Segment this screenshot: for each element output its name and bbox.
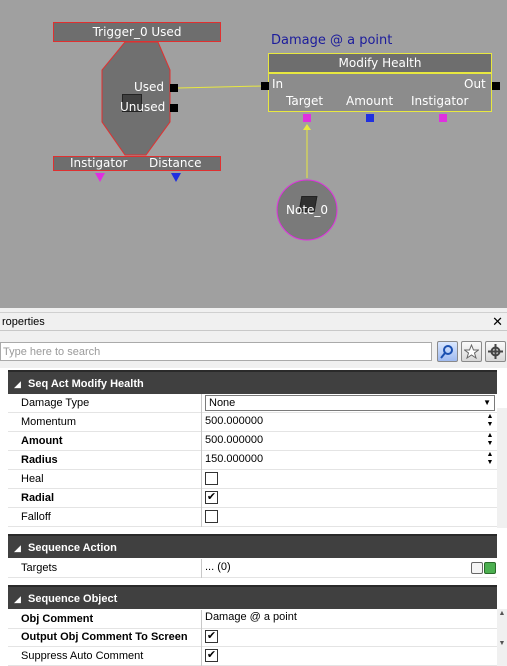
output-connector-used[interactable] [170, 84, 178, 92]
properties-titlebar: roperties ✕ [0, 312, 507, 331]
column-divider[interactable] [201, 489, 202, 508]
property-name: Falloff [21, 511, 51, 523]
property-name: Obj Comment [21, 613, 94, 625]
property-row-obj-comment[interactable]: Obj Comment Damage @ a point [8, 610, 497, 629]
property-row-radius[interactable]: Radius 150.000000 ▲ ▼ [8, 451, 497, 470]
search-bar [0, 340, 507, 365]
property-row-heal[interactable]: Heal [8, 470, 497, 489]
wire-arrowhead [303, 124, 311, 130]
output-connector-unused[interactable] [170, 104, 178, 112]
trigger-output-used: Used [134, 80, 165, 94]
column-divider[interactable] [201, 647, 202, 666]
property-row-momentum[interactable]: Momentum 500.000000 ▲ ▼ [8, 413, 497, 432]
momentum-value[interactable]: 500.000000 [205, 415, 263, 427]
category-label: Seq Act Modify Health [28, 378, 144, 390]
var-connector-instigator[interactable] [439, 114, 447, 122]
output-connector-out[interactable] [492, 82, 500, 90]
property-name: Damage Type [21, 397, 90, 409]
property-name: Heal [21, 473, 44, 485]
column-divider[interactable] [201, 451, 202, 470]
scroll-arrows-icon[interactable]: ▲ ▼ [497, 609, 507, 649]
spinner-icon[interactable]: ▲ ▼ [485, 413, 495, 429]
spinner-icon[interactable]: ▲ ▼ [485, 451, 495, 467]
property-name: Radius [21, 454, 58, 466]
var-connector-target[interactable] [303, 114, 311, 122]
falloff-checkbox[interactable] [205, 510, 218, 523]
property-name: Momentum [21, 416, 77, 428]
property-row-targets[interactable]: Targets ... (0) [8, 559, 497, 578]
radial-checkbox[interactable]: ✔ [205, 491, 218, 504]
damage-type-dropdown[interactable]: None ▼ [205, 395, 495, 411]
targets-value[interactable]: ... (0) [205, 561, 231, 573]
property-row-amount[interactable]: Amount 500.000000 ▲ ▼ [8, 432, 497, 451]
category-seq-act-modify-health[interactable]: ◢ Seq Act Modify Health [8, 370, 497, 394]
category-sequence-object[interactable]: ◢ Sequence Object [8, 585, 497, 609]
property-grid: ◢ Seq Act Modify Health Damage Type None… [0, 368, 507, 666]
action-output-out: Out [464, 77, 486, 91]
property-name: Targets [21, 562, 58, 574]
grid-scrollbar[interactable] [497, 408, 507, 528]
property-row-suppress-auto-comment[interactable]: Suppress Auto Comment ✔ [8, 647, 497, 666]
property-row-radial[interactable]: Radial ✔ [8, 489, 497, 508]
category-label: Sequence Action [28, 542, 117, 554]
column-divider[interactable] [201, 559, 202, 578]
note-label[interactable]: Note_0 [286, 203, 328, 217]
collapse-triangle-icon[interactable]: ◢ [14, 536, 21, 560]
search-input[interactable] [0, 342, 432, 361]
wire-used-to-in [177, 85, 263, 89]
category-sequence-action[interactable]: ◢ Sequence Action [8, 534, 497, 558]
column-divider[interactable] [201, 628, 202, 647]
property-row-falloff[interactable]: Falloff [8, 508, 497, 527]
column-divider[interactable] [201, 394, 202, 413]
trigger-node-title[interactable]: Trigger_0 Used [53, 22, 221, 42]
add-item-icon[interactable] [484, 562, 496, 574]
collapse-triangle-icon[interactable]: ◢ [14, 587, 21, 611]
property-name: Suppress Auto Comment [21, 650, 144, 662]
property-name: Amount [21, 435, 63, 447]
category-label: Sequence Object [28, 593, 118, 605]
input-connector-in[interactable] [261, 82, 269, 90]
trigger-var-bar: Instigator Distance [53, 156, 221, 171]
grid-scrollbar[interactable]: ▲ ▼ [497, 609, 507, 666]
action-node-title[interactable]: Modify Health [268, 53, 492, 73]
output-obj-comment-checkbox[interactable]: ✔ [205, 630, 218, 643]
column-divider[interactable] [201, 508, 202, 527]
collapse-triangle-icon[interactable]: ◢ [14, 372, 21, 396]
property-name: Output Obj Comment To Screen [21, 631, 188, 643]
chevron-down-icon[interactable]: ▼ [483, 396, 491, 410]
suppress-auto-comment-checkbox[interactable]: ✔ [205, 649, 218, 662]
empty-array-icon[interactable] [471, 562, 483, 574]
action-var-target: Target [286, 94, 324, 108]
action-input-in: In [272, 77, 284, 91]
var-link-distance-icon[interactable] [171, 173, 181, 183]
action-comment: Damage @ a point [271, 33, 393, 48]
property-name: Radial [21, 492, 55, 504]
action-var-amount: Amount [346, 94, 394, 108]
column-divider[interactable] [201, 610, 202, 629]
properties-title: roperties [2, 316, 45, 328]
column-divider[interactable] [201, 432, 202, 451]
column-divider[interactable] [201, 413, 202, 432]
close-icon[interactable]: ✕ [492, 314, 503, 330]
column-divider[interactable] [201, 470, 202, 489]
dropdown-value: None [209, 397, 236, 409]
link-wires [101, 41, 338, 241]
var-link-instigator-icon[interactable] [95, 173, 105, 183]
spinner-icon[interactable]: ▲ ▼ [485, 432, 495, 448]
action-var-instigator: Instigator [411, 94, 469, 108]
heal-checkbox[interactable] [205, 472, 218, 485]
obj-comment-value[interactable]: Damage @ a point [205, 611, 297, 623]
options-icon[interactable] [485, 341, 506, 362]
trigger-var-distance: Distance [149, 156, 202, 170]
radius-value[interactable]: 150.000000 [205, 453, 263, 465]
favorite-icon[interactable] [461, 341, 482, 362]
trigger-output-unused: Unused [120, 100, 166, 114]
trigger-var-instigator: Instigator [70, 156, 128, 170]
var-connector-amount[interactable] [366, 114, 374, 122]
search-icon[interactable] [437, 341, 458, 362]
amount-value[interactable]: 500.000000 [205, 434, 263, 446]
property-row-damage-type[interactable]: Damage Type None ▼ [8, 394, 497, 413]
property-row-output-obj-comment[interactable]: Output Obj Comment To Screen ✔ [8, 628, 497, 647]
kismet-canvas[interactable]: Trigger_0 Used Used Unused Instigator Di… [0, 0, 507, 308]
